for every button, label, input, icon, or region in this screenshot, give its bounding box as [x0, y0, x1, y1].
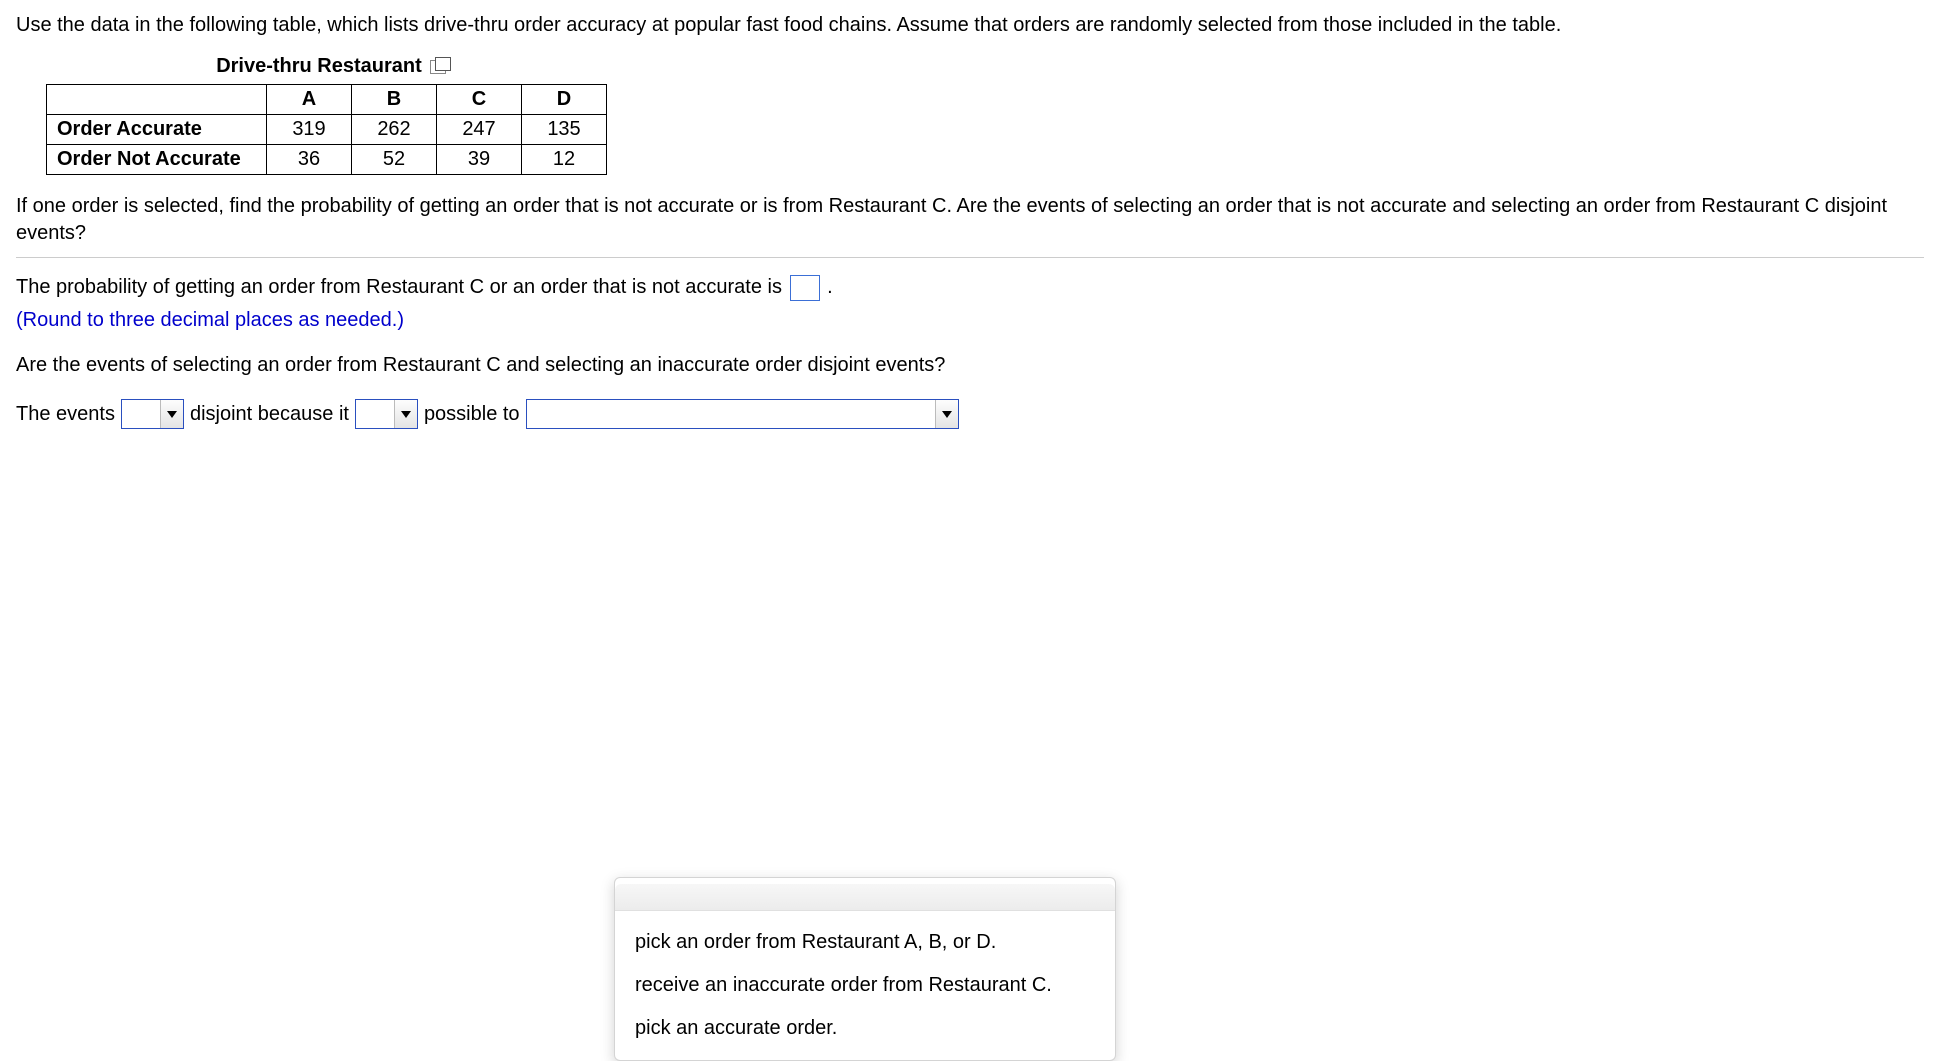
col-header: B [352, 85, 437, 115]
table-header-row: A B C D [47, 85, 607, 115]
table-title: Drive-thru Restaurant [216, 53, 422, 80]
cell: 52 [352, 145, 437, 175]
cell: 135 [522, 115, 607, 145]
dropdown-3-options: pick an order from Restaurant A, B, or D… [614, 877, 1116, 1061]
dropdown-option[interactable]: pick an order from Restaurant A, B, or D… [615, 921, 1115, 964]
chevron-down-icon[interactable] [394, 400, 417, 428]
dropdown-value [356, 400, 394, 428]
answer1-post: . [827, 276, 833, 298]
question-2: Are the events of selecting an order fro… [16, 352, 1924, 379]
chevron-down-icon[interactable] [935, 400, 958, 428]
cell: 319 [267, 115, 352, 145]
divider [16, 257, 1924, 258]
probability-input[interactable] [790, 275, 820, 301]
dropdown-value [122, 400, 160, 428]
table-row: Order Accurate 319 262 247 135 [47, 115, 607, 145]
data-table-section: Drive-thru Restaurant A B C D Order Accu… [46, 53, 1924, 175]
col-header: A [267, 85, 352, 115]
row-label: Order Not Accurate [47, 145, 267, 175]
answer1-pre: The probability of getting an order from… [16, 276, 788, 298]
dropdown-value [527, 400, 935, 428]
sentence-part: possible to [424, 401, 520, 428]
sentence-part: disjoint because it [190, 401, 349, 428]
rounding-hint: (Round to three decimal places as needed… [16, 307, 1924, 334]
col-header: C [437, 85, 522, 115]
col-header: D [522, 85, 607, 115]
intro-text: Use the data in the following table, whi… [16, 12, 1924, 39]
sentence-part: The events [16, 401, 115, 428]
dropdown-option[interactable]: receive an inaccurate order from Restaur… [615, 964, 1115, 1007]
dropdown-3[interactable] [526, 399, 959, 429]
row-label: Order Accurate [47, 115, 267, 145]
cell: 247 [437, 115, 522, 145]
table-title-row: Drive-thru Restaurant [46, 53, 616, 80]
table-row: Order Not Accurate 36 52 39 12 [47, 145, 607, 175]
answer-line-1: The probability of getting an order from… [16, 274, 1924, 301]
popup-icon[interactable] [430, 60, 446, 74]
dropdown-option[interactable]: pick an accurate order. [615, 1007, 1115, 1050]
cell: 36 [267, 145, 352, 175]
question-text: If one order is selected, find the proba… [16, 193, 1924, 247]
options-header [615, 884, 1115, 911]
cell: 262 [352, 115, 437, 145]
cell: 39 [437, 145, 522, 175]
dropdown-1[interactable] [121, 399, 184, 429]
data-table: A B C D Order Accurate 319 262 247 135 O… [46, 84, 607, 175]
fill-sentence: The events disjoint because it possible … [16, 399, 1924, 429]
chevron-down-icon[interactable] [160, 400, 183, 428]
dropdown-2[interactable] [355, 399, 418, 429]
cell: 12 [522, 145, 607, 175]
